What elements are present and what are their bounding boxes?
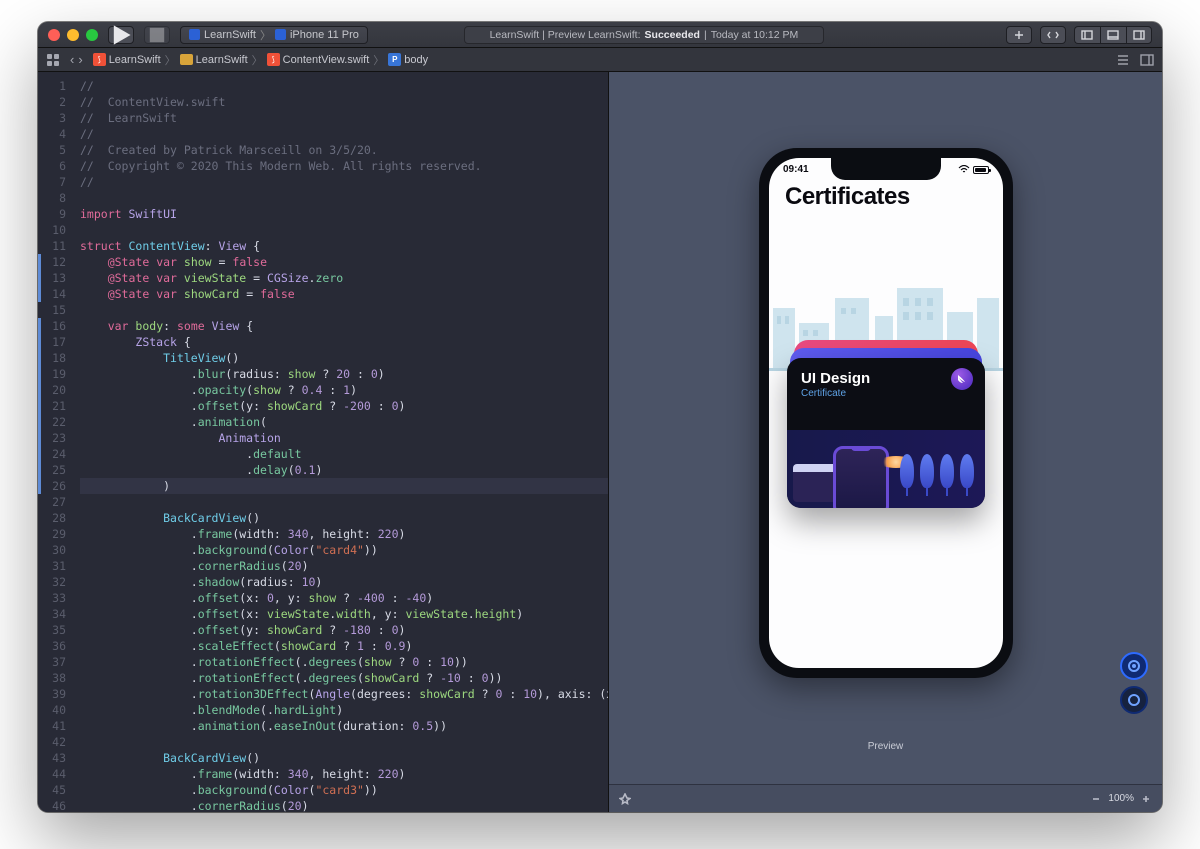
titlebar: LearnSwift 〉 iPhone 11 Pro LearnSwift | …: [38, 22, 1162, 48]
forward-button[interactable]: ›: [78, 53, 82, 66]
swift-file-icon: ⟆: [267, 53, 280, 66]
editor-split: 1234567891011121314151617181920212223242…: [38, 72, 1162, 812]
canvas-footer: 100%: [609, 784, 1162, 812]
live-preview-button[interactable]: [1120, 652, 1148, 680]
path-file[interactable]: ⟆ ContentView.swift: [267, 53, 370, 66]
path-group[interactable]: LearnSwift: [180, 54, 248, 66]
card-subtitle: Certificate: [801, 388, 971, 399]
device-frame: 09:41 Certificates: [759, 148, 1013, 678]
preview-label: Preview: [609, 741, 1162, 752]
zoom-out-button[interactable]: [1090, 793, 1102, 805]
window-controls: [48, 29, 98, 41]
device-notch: [831, 158, 941, 180]
path-file-label: ContentView.swift: [283, 54, 370, 66]
stop-button[interactable]: [144, 26, 170, 44]
card-illustration: [787, 430, 985, 508]
front-card: UI Design Certificate: [787, 358, 985, 508]
status-prefix: LearnSwift | Preview LearnSwift:: [490, 29, 641, 41]
editor-options-icon[interactable]: [1140, 53, 1154, 67]
project-icon: ⟆: [93, 53, 106, 66]
card-title: UI Design: [801, 370, 971, 387]
code-review-button[interactable]: [1040, 26, 1066, 44]
scheme-device-label: iPhone 11 Pro: [290, 29, 359, 41]
activity-status: LearnSwift | Preview LearnSwift: Succeed…: [464, 26, 824, 44]
jump-bar: ‹ › ⟆ LearnSwift 〉 LearnSwift 〉 ⟆ Conten…: [38, 48, 1162, 72]
chevron-right-icon: 〉: [260, 27, 271, 43]
xcode-window: LearnSwift 〉 iPhone 11 Pro LearnSwift | …: [38, 22, 1162, 812]
swift-logo-icon: [951, 368, 973, 390]
canvas-area[interactable]: 09:41 Certificates: [609, 72, 1162, 784]
toolbar-right: [1006, 26, 1152, 44]
history-nav: ‹ ›: [70, 53, 83, 66]
status-time: Today at 10:12 PM: [711, 29, 799, 41]
chevron-right-icon: 〉: [252, 52, 263, 68]
fullscreen-icon[interactable]: [86, 29, 98, 41]
target-icon: [189, 29, 200, 40]
wifi-icon: [958, 165, 970, 174]
library-button[interactable]: [1006, 26, 1032, 44]
status-result: Succeeded: [645, 29, 700, 41]
line-gutter: 1234567891011121314151617181920212223242…: [42, 72, 74, 812]
toggle-debug-button[interactable]: [1100, 26, 1126, 44]
zoom-level[interactable]: 100%: [1108, 793, 1134, 804]
path-symbol-label: body: [404, 54, 428, 66]
path-project[interactable]: ⟆ LearnSwift: [93, 53, 161, 66]
close-icon[interactable]: [48, 29, 60, 41]
status-separator: |: [704, 29, 707, 41]
device-icon: [275, 29, 286, 40]
preview-canvas: 09:41 Certificates: [608, 72, 1162, 812]
path-project-label: LearnSwift: [109, 54, 161, 66]
device-screen[interactable]: 09:41 Certificates: [769, 158, 1003, 668]
property-icon: P: [388, 53, 401, 66]
change-bar: [38, 72, 42, 812]
source-editor[interactable]: 1234567891011121314151617181920212223242…: [38, 72, 608, 812]
card-stack: UI Design Certificate: [787, 358, 985, 518]
chevron-right-icon: 〉: [165, 52, 176, 68]
run-button[interactable]: [108, 26, 134, 44]
scheme-selector[interactable]: LearnSwift 〉 iPhone 11 Pro: [180, 26, 368, 44]
preview-page-title: Certificates: [769, 175, 1003, 215]
toggle-navigator-button[interactable]: [1074, 26, 1100, 44]
chevron-right-icon: 〉: [373, 52, 384, 68]
zoom-in-button[interactable]: [1140, 793, 1152, 805]
path-group-label: LearnSwift: [196, 54, 248, 66]
back-button[interactable]: ‹: [70, 53, 74, 66]
related-items-icon[interactable]: [46, 53, 60, 67]
toggle-inspector-button[interactable]: [1126, 26, 1152, 44]
minimize-icon[interactable]: [67, 29, 79, 41]
device-time: 09:41: [783, 164, 809, 175]
editor-lines-icon[interactable]: [1116, 53, 1130, 67]
scheme-target-label: LearnSwift: [204, 29, 256, 41]
panel-toggles: [1074, 26, 1152, 44]
path-symbol[interactable]: P body: [388, 53, 428, 66]
battery-icon: [973, 166, 989, 174]
folder-icon: [180, 54, 193, 65]
preview-inspect-button[interactable]: [1120, 686, 1148, 714]
code-area[interactable]: //// ContentView.swift// LearnSwift//// …: [74, 72, 608, 812]
pin-icon[interactable]: [619, 793, 631, 805]
